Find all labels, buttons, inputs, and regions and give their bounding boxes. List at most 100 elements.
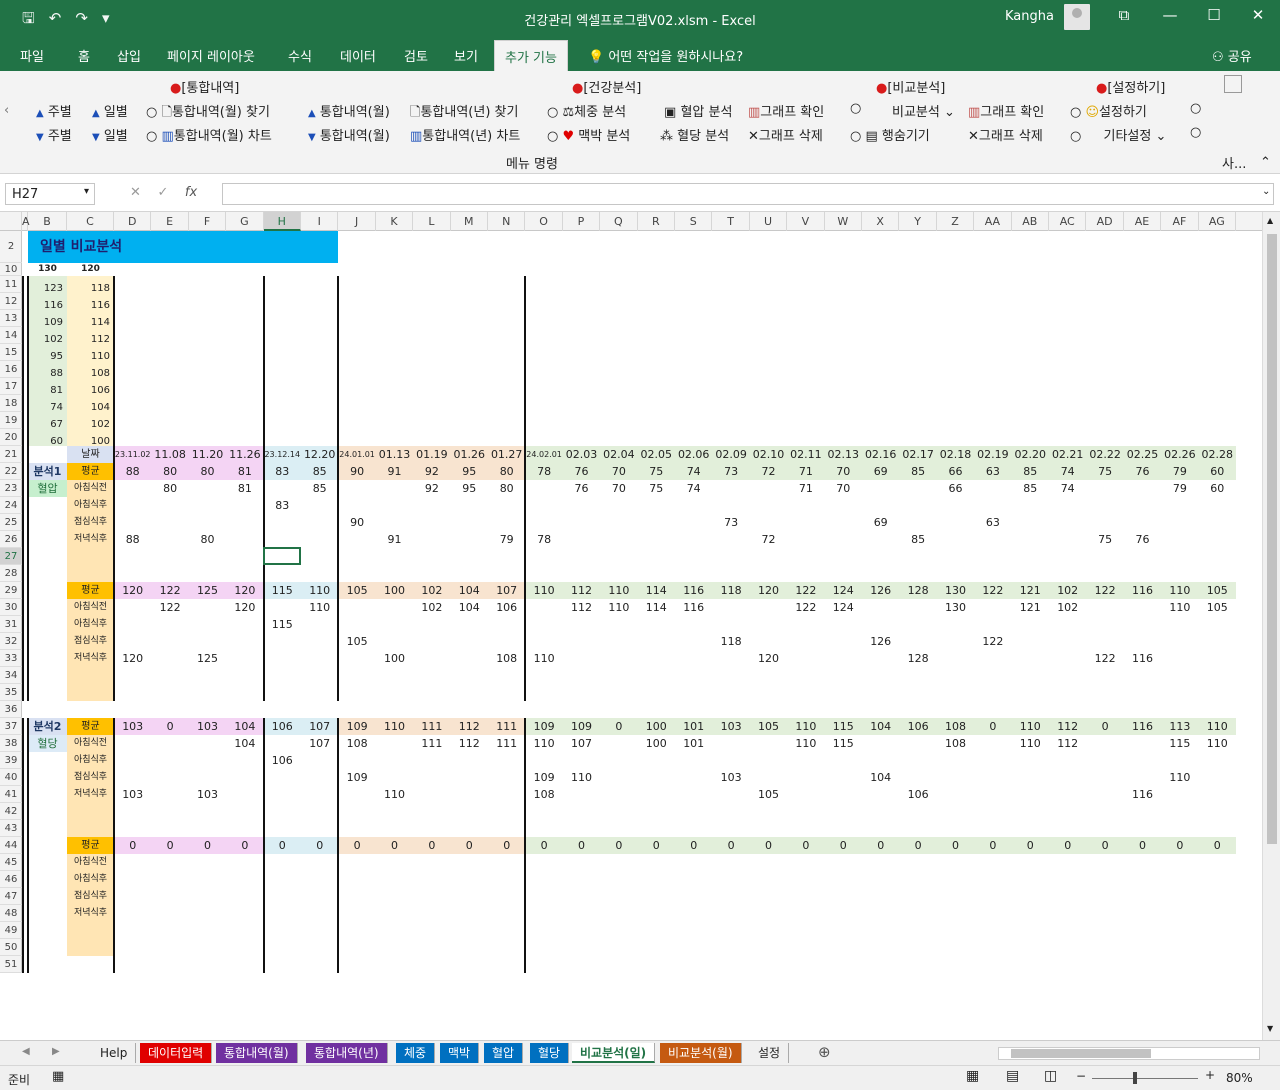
row-header-50[interactable]: 50 [0,939,22,956]
sheet-tab[interactable]: 비교분석(월) [660,1043,742,1063]
settings-radio[interactable]: ○ [1190,101,1201,116]
row-header-15[interactable]: 15 [0,344,22,361]
row-header-35[interactable]: 35 [0,684,22,701]
column-header-j[interactable]: J [338,212,376,231]
function-icon[interactable]: fx [185,185,197,200]
tab-insert[interactable]: 삽입 [117,46,141,65]
column-header-n[interactable]: N [488,212,526,231]
column-header-d[interactable]: D [114,212,152,231]
column-header-ab[interactable]: AB [1012,212,1049,231]
weekly-up-button[interactable]: ▲ 주별 [36,101,72,120]
row-header-43[interactable]: 43 [0,820,22,837]
column-header-b[interactable]: B [28,212,67,231]
expand-formula-icon[interactable]: ⌄ [1262,186,1270,197]
compare-radio[interactable]: ○ [850,101,861,116]
row-header-17[interactable]: 17 [0,378,22,395]
row-header-39[interactable]: 39 [0,752,22,769]
row-header-44[interactable]: 44 [0,837,22,854]
tab-view[interactable]: 보기 [454,46,478,65]
more-label[interactable]: 사... [1222,153,1246,172]
sheet-tab[interactable]: 데이터입력 [140,1043,213,1063]
cancel-icon[interactable]: ✕ [130,185,141,200]
row-header-37[interactable]: 37 [0,718,22,735]
tab-scroll-left-icon[interactable]: ◀ [22,1046,30,1057]
month-down-button[interactable]: ▼ 통합내역(월) [308,125,390,144]
scroll-left-icon[interactable]: ‹ [4,103,9,118]
column-header-i[interactable]: I [301,212,339,231]
avatar[interactable] [1064,4,1090,30]
row-header-36[interactable]: 36 [0,701,22,718]
tell-me-search[interactable]: 💡 어떤 작업을 원하시나요? [588,46,743,65]
row-header-25[interactable]: 25 [0,514,22,531]
column-header-t[interactable]: T [712,212,750,231]
row-header-41[interactable]: 41 [0,786,22,803]
column-header-g[interactable]: G [226,212,264,231]
column-header-k[interactable]: K [376,212,414,231]
sugar-analysis-button[interactable]: ⁂ 혈당 분석 [660,125,729,144]
close-icon[interactable]: ✕ [1248,6,1268,24]
column-header-y[interactable]: Y [899,212,937,231]
daily-down-button[interactable]: ▼ 일별 [92,125,128,144]
row-header-46[interactable]: 46 [0,871,22,888]
row-header-28[interactable]: 28 [0,565,22,582]
column-header-c[interactable]: C [67,212,114,231]
column-header-h[interactable]: H [263,212,301,231]
sheet-tab[interactable]: 혈당 [530,1043,570,1063]
weekly-down-button[interactable]: ▼ 주별 [36,125,72,144]
other-settings-dropdown[interactable]: ○ 기타설정 ⌄ [1070,125,1166,144]
column-header-q[interactable]: Q [600,212,638,231]
zoom-slider[interactable] [1092,1078,1198,1079]
sheet-tab[interactable]: 비교분석(일) [572,1043,656,1063]
row-header-33[interactable]: 33 [0,650,22,667]
cell-area[interactable]: 일별 비교분석 130 120 123 118 116 116 109 114 102 112 95 1… [22,231,1262,1040]
scroll-up-icon[interactable]: ▲ [1267,216,1273,225]
column-header-ad[interactable]: AD [1086,212,1124,231]
sheet-tab[interactable]: 설정 [750,1043,790,1063]
graph-check-button[interactable]: ▥그래프 확인 [748,101,824,120]
user-name[interactable]: Kangha [1005,9,1054,24]
page-layout-view-icon[interactable]: ▤ [1006,1068,1019,1084]
sheet-tab[interactable]: 통합내역(월) [216,1043,298,1063]
find-month-button[interactable]: ○ 🗋통합내역(월) 찾기 [146,101,270,125]
sheet-tab[interactable]: 맥박 [440,1043,480,1063]
row-header-20[interactable]: 20 [0,429,22,446]
formula-input[interactable] [222,183,1274,205]
pulse-analysis-button[interactable]: ○ ♥ 맥박 분석 [547,125,630,144]
row-header-31[interactable]: 31 [0,616,22,633]
column-header-l[interactable]: L [413,212,451,231]
add-sheet-icon[interactable]: ⊕ [818,1043,831,1061]
minimize-icon[interactable]: — [1160,6,1180,24]
row-header-51[interactable]: 51 [0,956,22,973]
row-header-11[interactable]: 11 [0,276,22,293]
row-header-27[interactable]: 27 [0,548,22,565]
other-radio[interactable]: ○ [1190,125,1201,140]
row-header-12[interactable]: 12 [0,293,22,310]
tab-scroll-right-icon[interactable]: ▶ [52,1046,60,1057]
page-break-view-icon[interactable]: ◫ [1044,1068,1057,1084]
row-header-42[interactable]: 42 [0,803,22,820]
maximize-icon[interactable]: ☐ [1204,6,1224,24]
row-header-45[interactable]: 45 [0,854,22,871]
row-header-32[interactable]: 32 [0,633,22,650]
column-header-aa[interactable]: AA [974,212,1012,231]
horizontal-scroll-thumb[interactable] [1011,1049,1151,1058]
column-header-o[interactable]: O [525,212,563,231]
normal-view-icon[interactable]: ▦ [966,1068,979,1084]
tab-home[interactable]: 홈 [78,46,90,65]
sheet-tab[interactable]: Help [92,1043,137,1063]
column-header-u[interactable]: U [750,212,788,231]
row-header-13[interactable]: 13 [0,310,22,327]
macro-record-icon[interactable]: ▦ [52,1069,64,1084]
row-header-10[interactable]: 10 [0,263,22,276]
row-header-49[interactable]: 49 [0,922,22,939]
weight-analysis-button[interactable]: ○ ⚖체중 분석 [547,101,626,120]
zoom-level[interactable]: 80% [1226,1071,1253,1085]
column-header-z[interactable]: Z [937,212,975,231]
column-header-s[interactable]: S [675,212,713,231]
find-year-button[interactable]: 🗋통합내역(년) 찾기 [410,101,518,125]
chart-year-button[interactable]: ▥통합내역(년) 차트 [410,125,520,144]
column-header-m[interactable]: M [451,212,488,231]
hide-rows-button[interactable]: ○ ▤ 행숨기기 [850,125,930,144]
select-all-corner[interactable] [0,212,22,231]
row-header-38[interactable]: 38 [0,735,22,752]
